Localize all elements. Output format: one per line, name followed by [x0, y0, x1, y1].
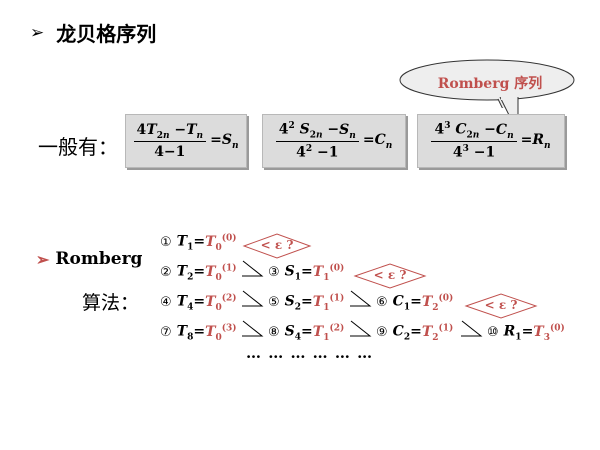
epsilon-check-3: < ε ? — [484, 298, 518, 312]
step-4: ④ T4=T0(2) — [160, 293, 237, 313]
step-9: ⑨ C2=T2(1) — [376, 323, 454, 343]
step-8: ⑧ S4=T1(2) — [268, 323, 345, 343]
step-3: ③ S1=T1(0) — [268, 263, 345, 283]
step-2: ② T2=T0(1) — [160, 263, 237, 283]
continuation-dots: … … … … … … — [246, 344, 374, 362]
epsilon-check-2: < ε ? — [373, 268, 407, 282]
epsilon-check-1: < ε ? — [260, 238, 294, 252]
step-6: ⑥ C1=T2(0) — [376, 293, 454, 313]
step-7: ⑦ T8=T0(3) — [160, 323, 237, 343]
step-10: ⑩ R1=T3(0) — [487, 323, 565, 343]
step-5: ⑤ S2=T1(1) — [268, 293, 345, 313]
step-1: ① T1=T0(0) — [160, 233, 237, 253]
romberg-connectors — [242, 233, 538, 337]
